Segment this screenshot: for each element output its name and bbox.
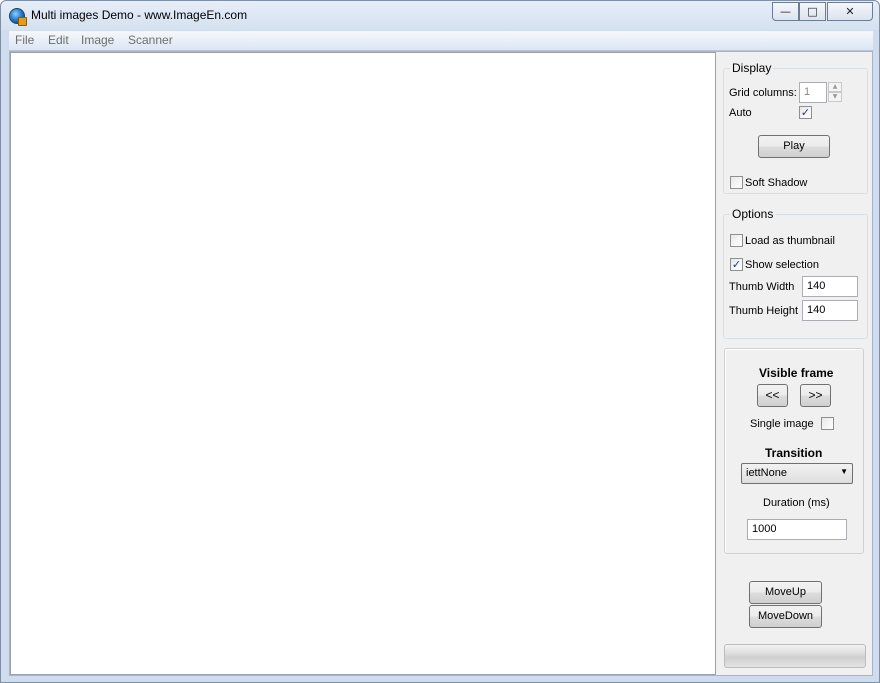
menu-bar: File Edit Image Scanner — [9, 31, 873, 51]
display-group: Display Grid columns: 1 ▲ ▼ Auto Play So… — [723, 61, 868, 194]
transition-label: Transition — [765, 446, 823, 460]
maximize-button[interactable]: □ — [799, 2, 826, 21]
auto-checkbox[interactable] — [799, 106, 812, 119]
thumb-width-label: Thumb Width — [729, 281, 795, 293]
display-legend: Display — [730, 61, 774, 75]
options-group: Options Load as thumbnail Show selection… — [723, 207, 868, 339]
single-image-checkbox[interactable] — [821, 417, 834, 430]
grid-columns-label: Grid columns: — [729, 87, 797, 99]
thumb-width-field[interactable]: 140 — [802, 276, 858, 297]
show-selection-label: Show selection — [745, 259, 819, 271]
auto-label: Auto — [729, 107, 752, 119]
app-globe-icon — [9, 8, 27, 26]
move-down-button[interactable]: MoveDown — [749, 605, 822, 628]
minimize-button[interactable]: — — [772, 2, 799, 21]
load-as-thumbnail-checkbox[interactable] — [730, 234, 743, 247]
title-bar[interactable]: Multi images Demo - www.ImageEn.com — □ … — [1, 1, 879, 30]
progress-bar — [724, 644, 866, 668]
thumb-height-field[interactable]: 140 — [802, 300, 858, 321]
chevron-down-icon: ▼ — [840, 467, 848, 476]
soft-shadow-checkbox[interactable] — [730, 176, 743, 189]
move-up-button[interactable]: MoveUp — [749, 581, 822, 604]
image-viewer[interactable] — [10, 52, 716, 675]
client-area: Display Grid columns: 1 ▲ ▼ Auto Play So… — [9, 51, 873, 676]
transition-value: iettNone — [746, 467, 787, 479]
menu-edit[interactable]: Edit — [48, 33, 69, 47]
menu-scanner[interactable]: Scanner — [128, 33, 173, 47]
load-as-thumbnail-label: Load as thumbnail — [745, 235, 835, 247]
options-legend: Options — [730, 207, 776, 221]
thumb-height-label: Thumb Height — [729, 305, 799, 317]
duration-field[interactable]: 1000 — [747, 519, 847, 540]
soft-shadow-label: Soft Shadow — [745, 177, 808, 189]
spin-down-icon[interactable]: ▼ — [828, 92, 842, 102]
visible-frame-label: Visible frame — [759, 366, 834, 380]
next-frame-button[interactable]: >> — [800, 384, 831, 407]
play-button[interactable]: Play — [758, 135, 830, 158]
single-image-label: Single image — [750, 418, 814, 430]
frame-panel: Visible frame << >> Single image Transit… — [724, 348, 864, 554]
previous-frame-button[interactable]: << — [757, 384, 788, 407]
spin-up-icon[interactable]: ▲ — [828, 82, 842, 92]
window-title: Multi images Demo - www.ImageEn.com — [31, 8, 248, 22]
app-window: Multi images Demo - www.ImageEn.com — □ … — [0, 0, 880, 683]
menu-image[interactable]: Image — [81, 33, 114, 47]
menu-file[interactable]: File — [15, 33, 34, 47]
grid-columns-field[interactable]: 1 — [799, 82, 827, 103]
transition-select[interactable]: iettNone ▼ — [741, 463, 853, 484]
close-button[interactable]: ✕ — [827, 2, 873, 21]
duration-label: Duration (ms) — [763, 497, 830, 509]
show-selection-checkbox[interactable] — [730, 258, 743, 271]
